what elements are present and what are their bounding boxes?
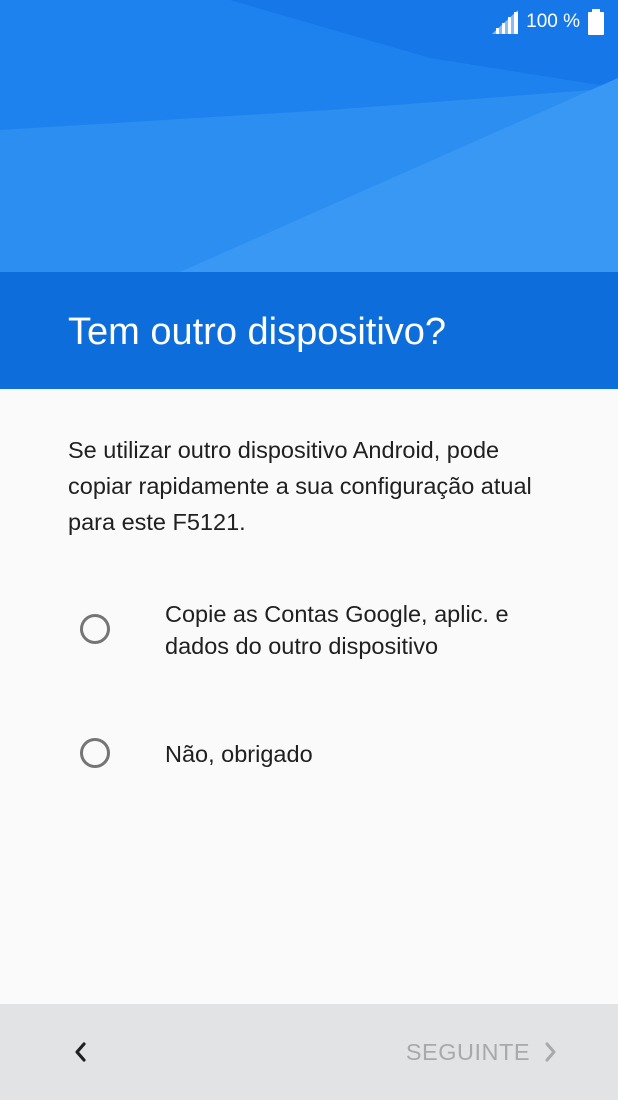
chevron-left-icon — [75, 1042, 86, 1062]
signal-icon — [492, 10, 519, 34]
option-label-no-thanks: Não, obrigado — [165, 741, 313, 767]
description-text: Se utilizar outro dispositivo Android, p… — [68, 437, 532, 535]
status-bar: 100 % — [492, 0, 618, 44]
radio-button-no-thanks[interactable] — [80, 738, 110, 768]
chevron-right-icon — [545, 1042, 556, 1062]
next-button-label: SEGUINTE — [405, 1038, 530, 1065]
battery-icon — [588, 9, 604, 35]
option-no-thanks[interactable]: Não, obrigado — [56, 736, 576, 776]
back-button[interactable] — [60, 1032, 100, 1072]
page-title: Tem outro dispositivo? — [68, 311, 447, 353]
option-copy-from-device[interactable]: Copie as Contas Google, aplic. e dados d… — [56, 596, 576, 666]
battery-percentage: 100 % — [526, 11, 580, 32]
bottom-navigation-bar: SEGUINTE — [0, 1004, 618, 1100]
next-button[interactable]: SEGUINTE — [406, 1032, 558, 1072]
option-label-copy: Copie as Contas Google, aplic. e dados d… — [165, 601, 509, 659]
radio-button-copy[interactable] — [80, 614, 110, 644]
